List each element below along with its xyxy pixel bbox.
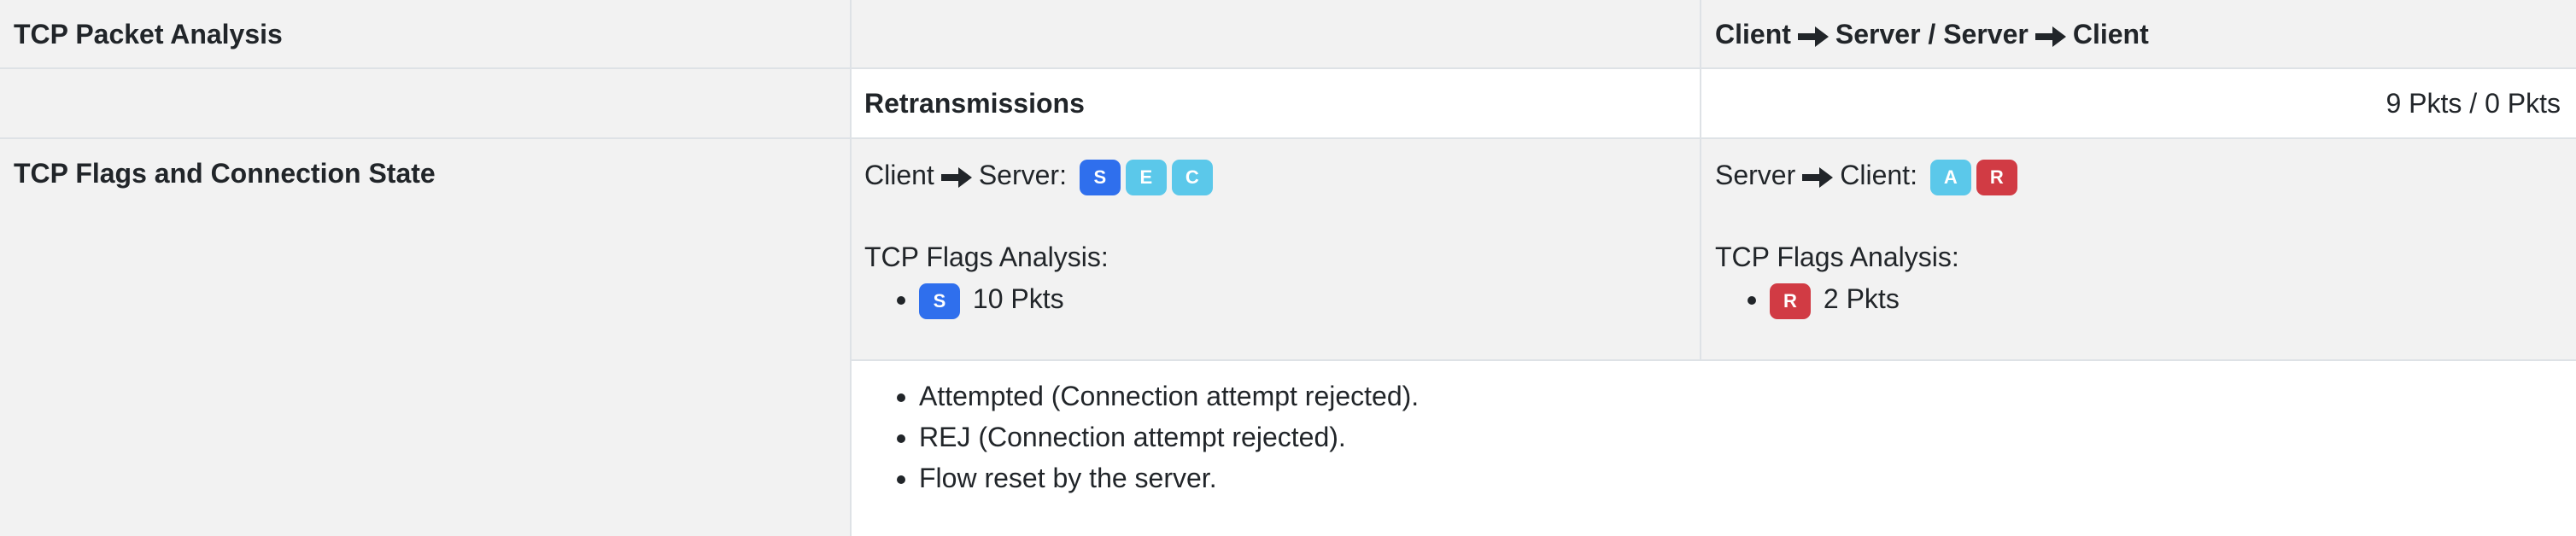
list-item: Attempted (Connection attempt rejected). (919, 376, 1419, 417)
list-item: Flow reset by the server. (919, 457, 1419, 498)
divider (851, 359, 2576, 361)
retransmissions-value: 9 Pkts / 0 Pkts (2386, 88, 2561, 119)
section-title: TCP Packet Analysis (14, 19, 283, 50)
flag-badge-syn: S (919, 283, 960, 319)
s2c-to-label: Client: (1840, 160, 1917, 190)
flag-badge-ece: E (1125, 159, 1167, 195)
flags-section-title: TCP Flags and Connection State (14, 158, 436, 189)
tcp-analysis-table: TCP Packet Analysis Client Server / Serve… (0, 0, 2576, 536)
flag-count: 2 Pkts (1823, 283, 1900, 314)
right-arrow-icon (940, 166, 972, 188)
list-item: S 10 Pkts (919, 278, 1064, 319)
flag-count: 10 Pkts (972, 283, 1064, 314)
label-column (0, 0, 851, 536)
flag-badge-cwr: C (1171, 159, 1213, 195)
divider (0, 67, 2576, 69)
direction-client-label: Client (1715, 19, 1791, 50)
s2c-analysis-label: TCP Flags Analysis: (1715, 242, 1959, 272)
c2s-analysis-label: TCP Flags Analysis: (864, 242, 1109, 272)
header-row (851, 0, 2576, 68)
flag-badge-syn: S (1079, 159, 1121, 195)
right-arrow-icon (1802, 166, 1834, 188)
direction-client-end-label: Client (2072, 19, 2149, 50)
server-to-client-flags: Server Client: AR (1715, 158, 2023, 195)
right-arrow-icon (2034, 26, 2066, 47)
connection-state-notes: Attempted (Connection attempt rejected).… (864, 376, 1419, 498)
list-item: R 2 Pkts (1770, 278, 1900, 319)
direction-header: Client Server / Server Client (1715, 17, 2149, 51)
c2s-to-label: Server: (978, 160, 1067, 190)
client-to-server-flags: Client Server: SEC (864, 158, 1218, 195)
flag-badge-ack: A (1929, 159, 1971, 195)
divider (0, 137, 2576, 139)
s2c-from-label: Server (1715, 160, 1796, 190)
list-item: REJ (Connection attempt rejected). (919, 417, 1419, 457)
retransmissions-label: Retransmissions (864, 88, 1085, 119)
c2s-from-label: Client (864, 160, 934, 190)
divider (1700, 0, 1701, 360)
divider (850, 0, 852, 536)
c2s-analysis-list: S 10 Pkts (864, 278, 1064, 319)
s2c-analysis-list: R 2 Pkts (1715, 278, 1900, 319)
flag-badge-rst: R (1770, 283, 1811, 319)
right-arrow-icon (1797, 26, 1829, 47)
direction-server-label: Server / Server (1835, 19, 2029, 50)
flag-badge-rst: R (1976, 159, 2017, 195)
retransmissions-row (851, 68, 2576, 138)
